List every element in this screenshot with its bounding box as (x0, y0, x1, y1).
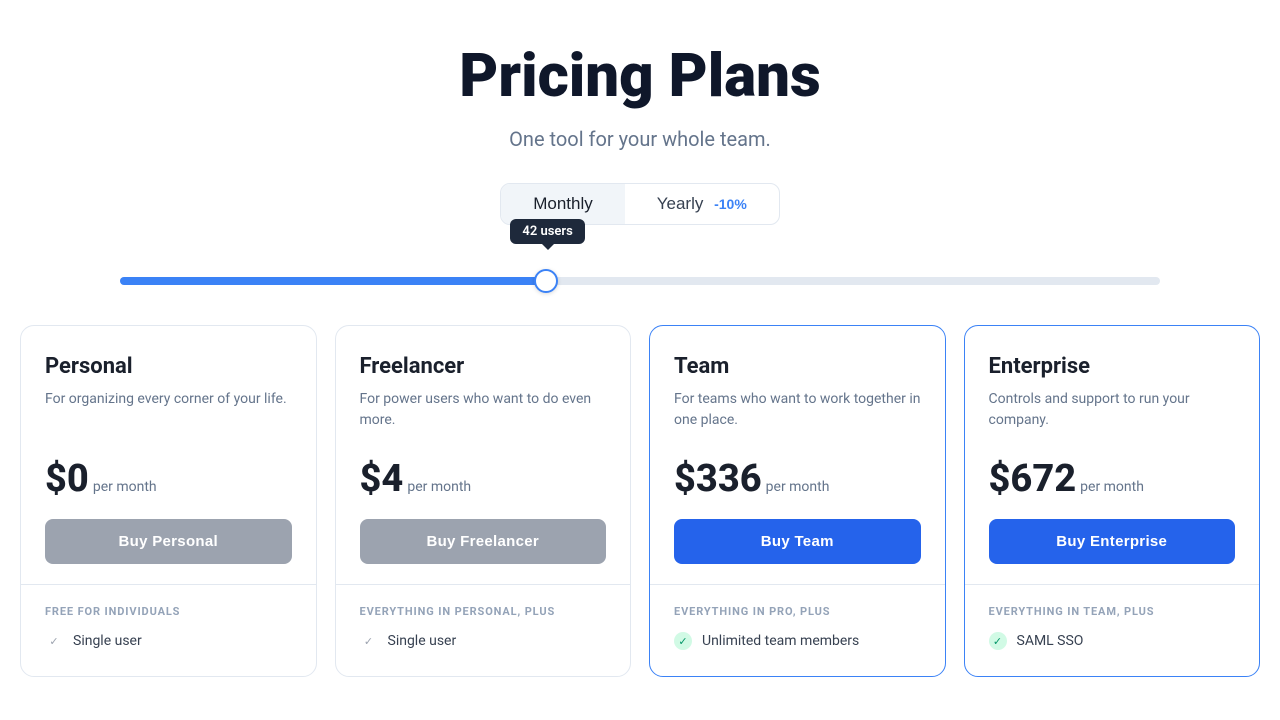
plan-name-team: Team (674, 354, 921, 379)
plan-price-period-freelancer: per month (407, 479, 471, 495)
plan-price-period-enterprise: per month (1080, 479, 1144, 495)
buy-team-button[interactable]: Buy Team (674, 519, 921, 564)
check-icon: ✓ (989, 632, 1007, 650)
features-label-personal: FREE FOR INDIVIDUALS (45, 605, 292, 618)
page-subtitle: One tool for your whole team. (509, 127, 771, 151)
features-label-team: EVERYTHING IN PRO, PLUS (674, 605, 921, 618)
buy-enterprise-button[interactable]: Buy Enterprise (989, 519, 1236, 564)
yearly-label: Yearly (657, 194, 704, 213)
feature-item: ✓ Unlimited team members (674, 632, 921, 650)
plan-desc-team: For teams who want to work together in o… (674, 389, 921, 441)
plan-desc-freelancer: For power users who want to do even more… (360, 389, 607, 441)
buy-freelancer-button[interactable]: Buy Freelancer (360, 519, 607, 564)
check-icon: ✓ (674, 632, 692, 650)
plan-card-personal: Personal For organizing every corner of … (20, 325, 317, 677)
plan-top-freelancer: Freelancer For power users who want to d… (336, 326, 631, 584)
plan-features-enterprise: EVERYTHING IN TEAM, PLUS ✓ SAML SSO (965, 584, 1260, 676)
monthly-option[interactable]: Monthly (501, 184, 625, 224)
pricing-page: Pricing Plans One tool for your whole te… (0, 0, 1280, 720)
plan-desc-personal: For organizing every corner of your life… (45, 389, 292, 441)
plan-price-period-personal: per month (93, 479, 157, 495)
plan-features-team: EVERYTHING IN PRO, PLUS ✓ Unlimited team… (650, 584, 945, 676)
plan-price-amount-freelancer: $4 (360, 457, 404, 501)
plan-price-amount-personal: $0 (45, 457, 89, 501)
feature-item: ✓ SAML SSO (989, 632, 1236, 650)
feature-item: ✓ Single user (360, 632, 607, 650)
feature-text: Single user (388, 633, 457, 649)
plan-features-freelancer: EVERYTHING IN PERSONAL, PLUS ✓ Single us… (336, 584, 631, 676)
plan-price-enterprise: $672 per month (989, 457, 1236, 501)
plan-price-personal: $0 per month (45, 457, 292, 501)
plan-name-freelancer: Freelancer (360, 354, 607, 379)
slider-track (120, 277, 1160, 285)
feature-text: Single user (73, 633, 142, 649)
features-label-enterprise: EVERYTHING IN TEAM, PLUS (989, 605, 1236, 618)
plan-price-amount-team: $336 (674, 457, 762, 501)
features-label-freelancer: EVERYTHING IN PERSONAL, PLUS (360, 605, 607, 618)
buy-personal-button[interactable]: Buy Personal (45, 519, 292, 564)
plan-price-amount-enterprise: $672 (989, 457, 1077, 501)
feature-item: ✓ Single user (45, 632, 292, 650)
page-title: Pricing Plans (459, 40, 820, 111)
plan-card-team: Team For teams who want to work together… (649, 325, 946, 677)
plan-features-personal: FREE FOR INDIVIDUALS ✓ Single user (21, 584, 316, 676)
plan-name-enterprise: Enterprise (989, 354, 1236, 379)
plan-top-personal: Personal For organizing every corner of … (21, 326, 316, 584)
check-icon: ✓ (360, 632, 378, 650)
plan-price-freelancer: $4 per month (360, 457, 607, 501)
plan-price-period-team: per month (766, 479, 830, 495)
yearly-option[interactable]: Yearly -10% (625, 184, 779, 224)
plan-name-personal: Personal (45, 354, 292, 379)
feature-text: SAML SSO (1017, 633, 1084, 649)
plans-grid: Personal For organizing every corner of … (20, 325, 1260, 677)
plan-card-enterprise: Enterprise Controls and support to run y… (964, 325, 1261, 677)
discount-badge: -10% (714, 196, 747, 212)
slider-tooltip: 42 users (510, 219, 584, 244)
plan-card-freelancer: Freelancer For power users who want to d… (335, 325, 632, 677)
plan-top-team: Team For teams who want to work together… (650, 326, 945, 584)
plan-price-team: $336 per month (674, 457, 921, 501)
check-icon: ✓ (45, 632, 63, 650)
users-slider-section: 42 users (120, 257, 1160, 285)
plan-desc-enterprise: Controls and support to run your company… (989, 389, 1236, 441)
plan-top-enterprise: Enterprise Controls and support to run y… (965, 326, 1260, 584)
feature-text: Unlimited team members (702, 633, 859, 649)
